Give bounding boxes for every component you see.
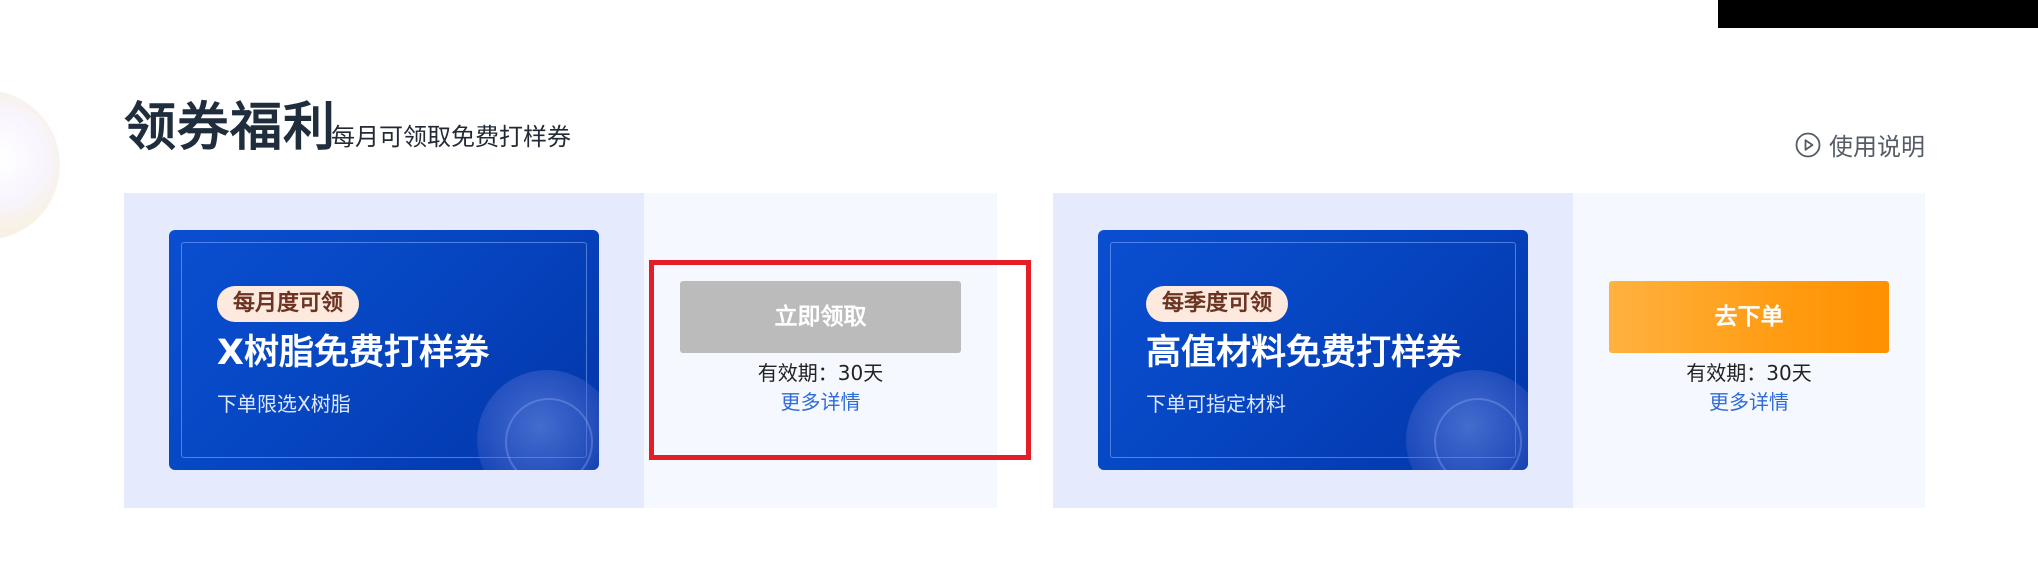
section-subtitle: 每月可领取免费打样券 xyxy=(331,123,571,151)
coupon-action-area: 立即领取 有效期：30天 更多详情 xyxy=(644,193,997,508)
usage-help-label: 使用说明 xyxy=(1829,133,1925,161)
coupon-ticket: 每季度可领 高值材料免费打样券 下单可指定材料 xyxy=(1098,230,1528,470)
coupon-action-area: 去下单 有效期：30天 更多详情 xyxy=(1573,193,1925,508)
more-details-link[interactable]: 更多详情 xyxy=(644,388,997,416)
coupon-ticket: 每月度可领 X树脂免费打样券 下单限选X树脂 xyxy=(169,230,599,470)
coupon-desc: 下单可指定材料 xyxy=(1146,392,1286,416)
decorative-bubble xyxy=(0,90,60,240)
section-title: 领券福利 xyxy=(124,98,337,158)
claim-now-button[interactable]: 立即领取 xyxy=(680,281,961,353)
coupon-ticket-area: 每季度可领 高值材料免费打样券 下单可指定材料 xyxy=(1053,193,1573,508)
more-details-link[interactable]: 更多详情 xyxy=(1573,388,1925,416)
coupon-badge: 每月度可领 xyxy=(217,286,360,322)
coupon-desc: 下单限选X树脂 xyxy=(217,392,351,416)
coupon-title: 高值材料免费打样券 xyxy=(1146,333,1462,373)
place-order-button[interactable]: 去下单 xyxy=(1609,281,1889,353)
coupon-validity: 有效期：30天 xyxy=(1686,361,1812,385)
coupon-badge: 每季度可领 xyxy=(1146,286,1289,322)
coupon-ticket-area: 每月度可领 X树脂免费打样券 下单限选X树脂 xyxy=(124,193,644,508)
play-circle-icon xyxy=(1795,132,1821,158)
top-black-bar xyxy=(1718,0,2038,28)
page: 领券福利 每月可领取免费打样券 使用说明 每月度可领 X树脂免费打样券 下单限选… xyxy=(0,0,2038,583)
coupon-validity: 有效期：30天 xyxy=(757,361,884,385)
coupon-title: X树脂免费打样券 xyxy=(217,333,489,373)
usage-help-link[interactable]: 使用说明 xyxy=(1795,127,1925,162)
coupon-card-resin: 每月度可领 X树脂免费打样券 下单限选X树脂 立即领取 有效期：30天 更多详情 xyxy=(124,193,997,508)
coupon-card-material: 每季度可领 高值材料免费打样券 下单可指定材料 去下单 有效期：30天 更多详情 xyxy=(1053,193,1925,508)
